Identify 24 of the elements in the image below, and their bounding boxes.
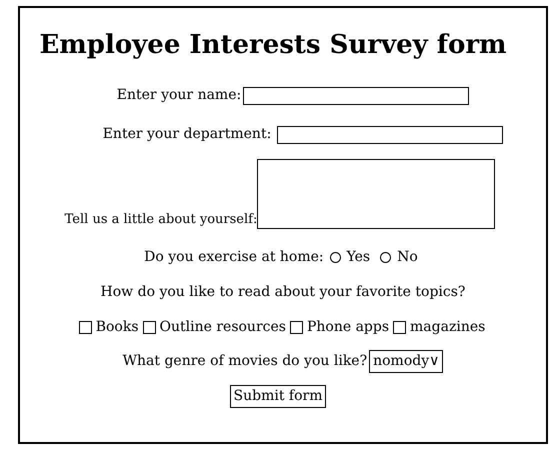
checkbox-label: Outline resources — [160, 318, 286, 337]
checkbox-label: Books — [96, 318, 139, 337]
question-text: What genre of movies do you like? — [122, 352, 368, 371]
name-field[interactable] — [243, 86, 470, 104]
checkbox[interactable] — [142, 321, 156, 334]
question-text: How do you like to read about your favorite topics? — [100, 283, 466, 302]
submit-button[interactable]: Submit form — [230, 385, 326, 408]
form-title: Employee Interests Survey form — [39, 29, 507, 62]
checkbox-label: Phone apps — [306, 318, 390, 337]
field-label: Enter your department: — [102, 125, 272, 144]
radio-label: Yes — [346, 248, 370, 267]
checkbox[interactable] — [393, 321, 406, 334]
radio-label: No — [397, 248, 418, 267]
field-label: Enter your name: — [116, 86, 242, 105]
checkbox-label: magazines — [410, 318, 486, 337]
radio-button[interactable] — [330, 252, 341, 263]
radio-button[interactable] — [380, 252, 392, 263]
genre-dropdown[interactable]: nomody∨ — [369, 350, 444, 373]
checkbox[interactable] — [78, 321, 92, 334]
department-field[interactable] — [277, 126, 504, 144]
checkbox[interactable] — [290, 321, 303, 334]
question-text: Do you exercise at home: — [144, 248, 324, 267]
about-field[interactable] — [257, 159, 496, 229]
field-label: Tell us a little about yourself: — [64, 210, 258, 228]
